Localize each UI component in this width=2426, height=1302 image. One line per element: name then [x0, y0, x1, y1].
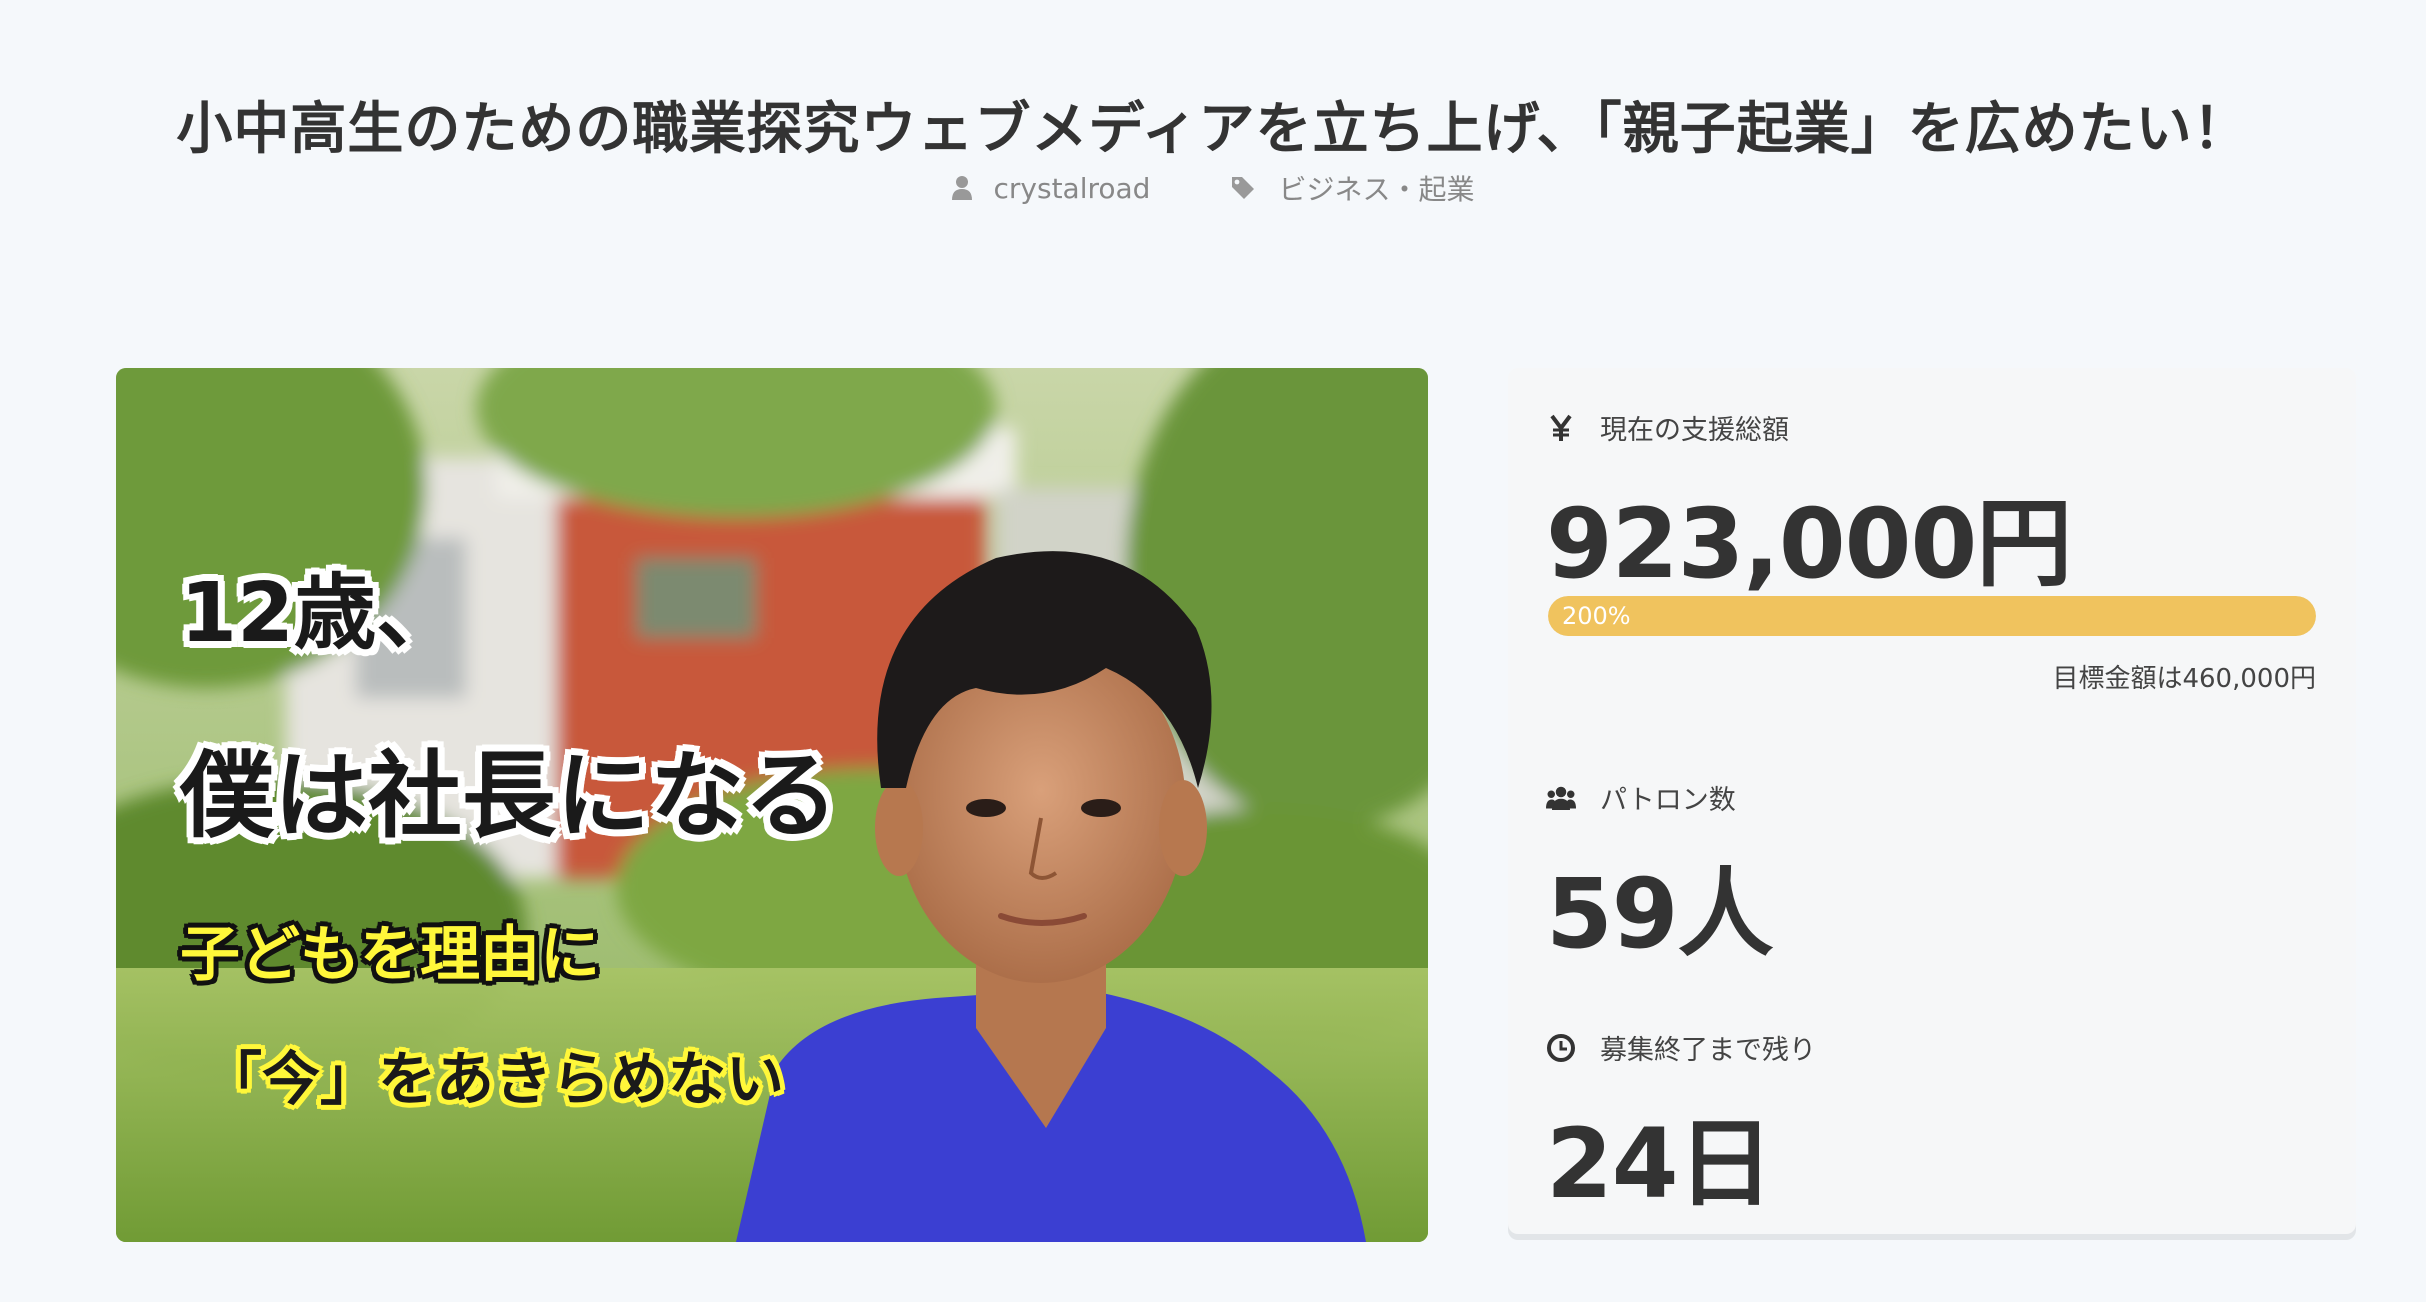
- patron-count: 59人: [1546, 858, 1774, 970]
- users-icon: [1546, 782, 1576, 814]
- hero-catch-line-3: 子どもを理由に: [180, 920, 600, 990]
- remaining-days: 24日: [1546, 1108, 1774, 1220]
- funding-label-row: 現在の支援総額: [1546, 408, 1789, 447]
- funding-stats-panel: 現在の支援総額 923,000円 200% 目標金額は460,000円 パトロン…: [1508, 368, 2356, 1234]
- patron-label-row: パトロン数: [1546, 778, 1736, 817]
- author-link[interactable]: crystalroad: [951, 171, 1151, 205]
- project-main-image: 12歳、 僕は社長になる 子どもを理由に 「今」をあきらめない: [116, 368, 1428, 1242]
- funding-progress-fill: 200%: [1548, 596, 2316, 636]
- remaining-label: 募集終了まで残り: [1600, 1035, 1816, 1066]
- project-meta: crystalroad ビジネス・起業: [0, 168, 2426, 208]
- category-name: ビジネス・起業: [1278, 173, 1475, 206]
- funding-goal: 目標金額は460,000円: [2052, 664, 2316, 694]
- yen-icon: [1546, 414, 1576, 442]
- project-page: 小中高生のための職業探究ウェブメディアを立ち上げ、「親子起業」を広めたい！ cr…: [0, 0, 2426, 1302]
- project-title: 小中高生のための職業探究ウェブメディアを立ち上げ、「親子起業」を広めたい！: [176, 96, 2250, 162]
- clock-icon: [1546, 1033, 1576, 1063]
- tag-icon: [1232, 177, 1255, 199]
- funding-progress-bar: 200%: [1548, 596, 2316, 636]
- patron-label: パトロン数: [1600, 785, 1736, 816]
- hero-catch-line-2: 僕は社長になる: [180, 742, 839, 851]
- author-name: crystalroad: [993, 171, 1151, 205]
- funding-amount: 923,000円: [1546, 488, 2072, 600]
- remaining-label-row: 募集終了まで残り: [1546, 1028, 1816, 1067]
- category-link[interactable]: ビジネス・起業: [1230, 168, 1474, 208]
- hero-catch-line-4: 「今」をあきらめない: [204, 1045, 785, 1113]
- hero-catch-line-1: 12歳、: [180, 566, 459, 661]
- user-icon: [951, 176, 972, 200]
- funding-label: 現在の支援総額: [1600, 415, 1789, 446]
- funding-progress-text: 200%: [1562, 602, 1631, 630]
